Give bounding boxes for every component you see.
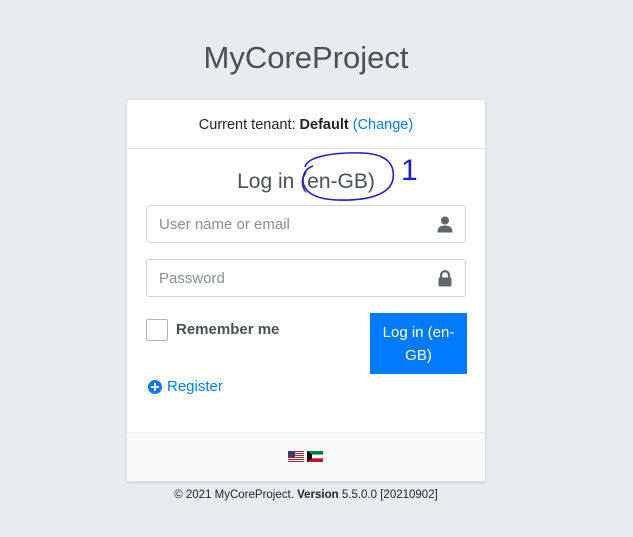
change-link-text: Change	[357, 117, 409, 133]
login-culture-text: (en-GB)	[300, 170, 375, 193]
username-input[interactable]	[147, 206, 439, 242]
change-tenant-link[interactable]: (Change)	[353, 117, 413, 133]
version-value: 5.5.0.0 [20210902]	[341, 489, 438, 501]
register-link[interactable]: Register	[148, 378, 223, 395]
password-input[interactable]	[147, 260, 439, 296]
user-icon	[437, 216, 453, 233]
copyright-text: © 2021 MyCoreProject.	[174, 489, 294, 501]
lock-icon	[438, 270, 452, 287]
tenant-bar: Current tenant: Default (Change)	[127, 100, 485, 149]
tenant-label: Current tenant:	[198, 117, 296, 133]
tenant-name: Default	[299, 117, 349, 133]
username-field	[146, 205, 466, 243]
remember-me-checkbox[interactable]	[146, 319, 168, 341]
remember-me-label[interactable]: Remember me	[176, 321, 279, 338]
password-field	[146, 259, 466, 297]
login-button[interactable]: Log in (en-GB)	[370, 313, 467, 374]
kuwait-flag-icon[interactable]	[307, 451, 323, 462]
brand-title: MyCoreProject	[203, 40, 409, 75]
register-label: Register	[167, 378, 223, 395]
login-heading-text: Log in	[237, 170, 295, 193]
change-close-paren: )	[408, 117, 414, 133]
plus-circle-icon	[148, 379, 162, 394]
language-flags	[288, 451, 323, 462]
copyright-footer: © 2021 MyCoreProject. Version 5.5.0.0 [2…	[0, 489, 612, 501]
version-label: Version	[297, 489, 339, 501]
us-flag-icon[interactable]	[288, 451, 304, 462]
language-bar	[127, 432, 485, 481]
login-card: Current tenant: Default (Change) Log in …	[126, 99, 486, 482]
login-heading: Log in (en-GB)	[127, 170, 485, 194]
